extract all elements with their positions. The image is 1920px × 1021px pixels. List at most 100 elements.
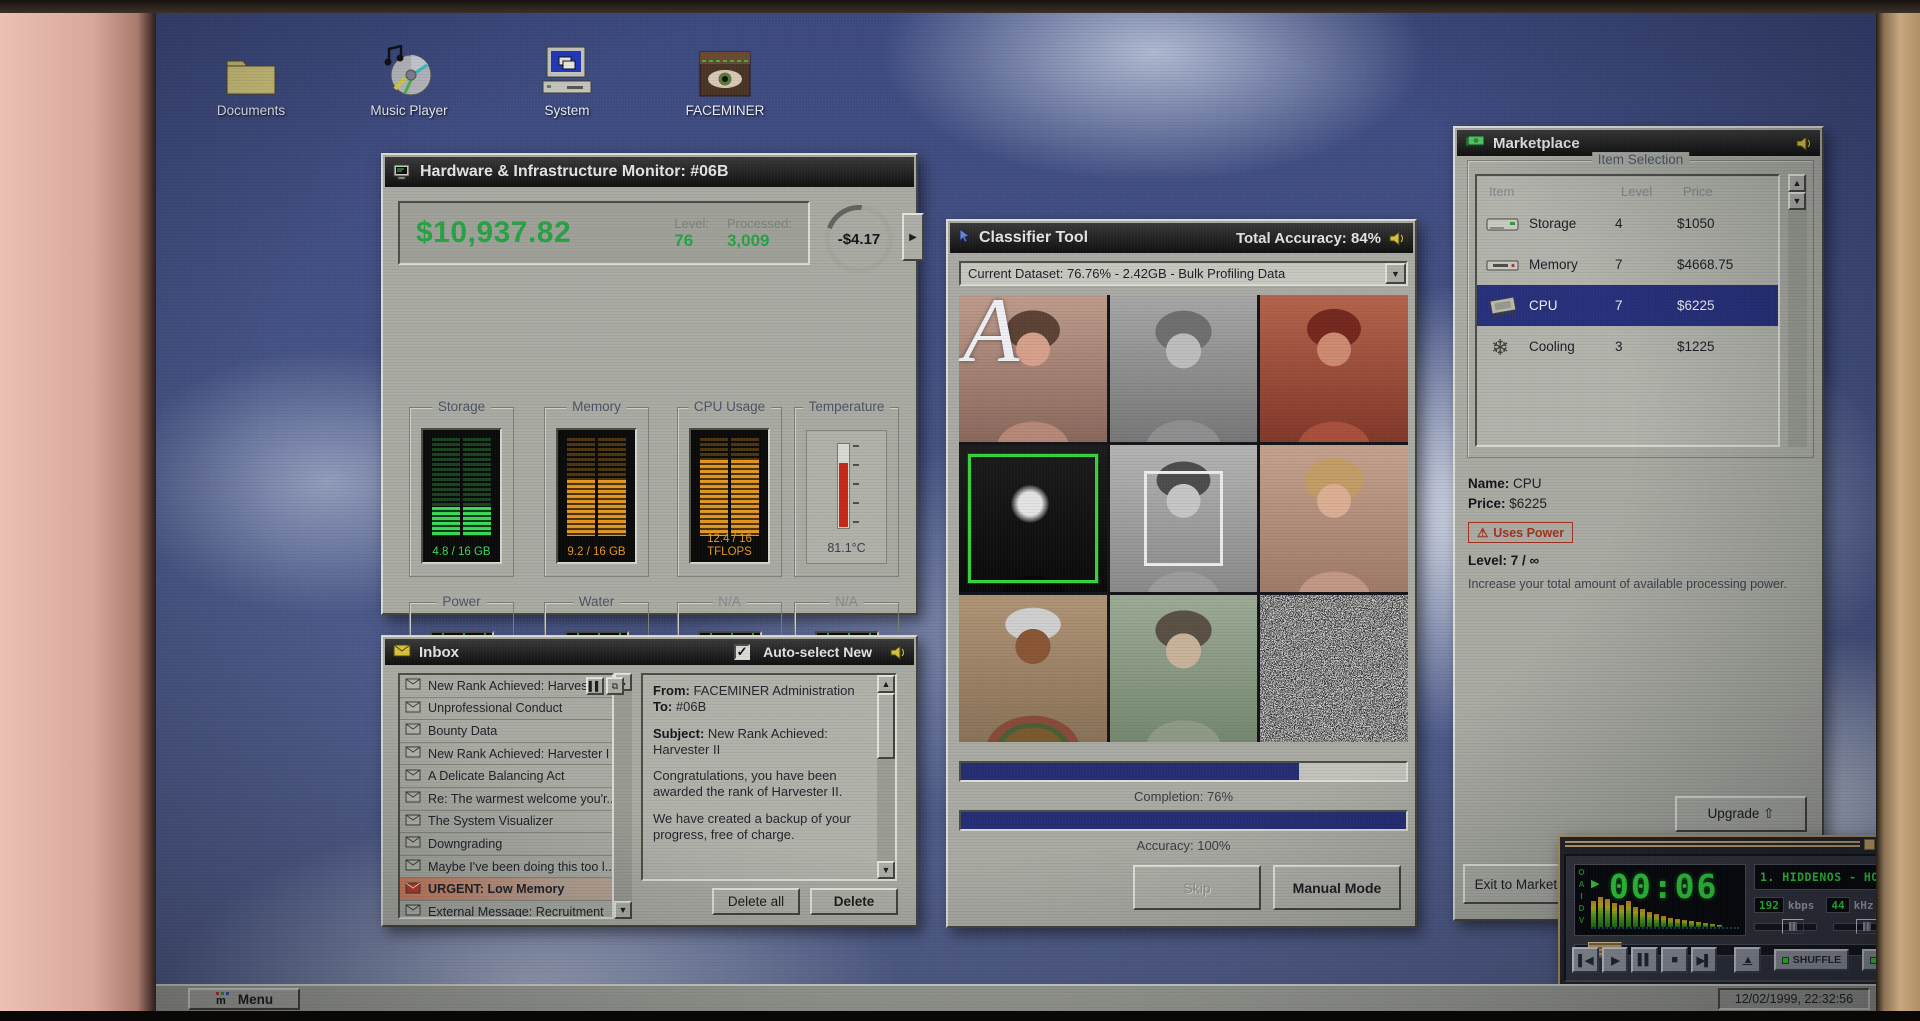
cash-icon [1465,135,1485,152]
mail-icon [405,769,421,784]
message-scroll-thumb[interactable] [877,693,895,759]
upgrade-button[interactable]: Upgrade ⇧ [1675,796,1807,832]
inbox-message-row[interactable]: The System Visualizer [400,811,612,834]
minimize-button[interactable] [1864,839,1875,850]
message-pane: From: FACEMINER Administration To: #06B … [641,673,897,881]
desktop-icon-faceminer[interactable]: FACEMINER [680,41,770,118]
eject-button[interactable]: ▲ [1734,947,1761,973]
pause-button[interactable]: ▌▌ [586,677,604,695]
inbox-message-row[interactable]: Maybe I've been doing this too l... [400,856,612,879]
inbox-message-row[interactable]: Downgrading [400,833,612,856]
face-image[interactable] [959,595,1107,742]
play-indicator-icon: ▶ [1591,878,1600,890]
previous-button[interactable]: ▌◀ [1572,947,1599,973]
mail-icon [405,746,421,761]
item-selection-label: Item Selection [1591,152,1690,167]
detail-description: Increase your total amount of available … [1468,577,1787,591]
monitor-bezel-bottom [0,1011,1920,1021]
dropdown-arrow[interactable]: ▼ [1385,263,1406,284]
player-body: OAIDV ▶ 00:06 1. HIDDENOS - HOPEMINER <4… [1564,854,1876,982]
balance-thumb[interactable] [1855,919,1876,934]
marketplace-scrollbar[interactable]: ▲ ▼ [1788,174,1807,447]
player-title-grip [1565,840,1860,849]
face-image[interactable] [1260,295,1408,442]
inbox-message-row[interactable]: URGENT: Low Memory [400,878,612,901]
inbox-titlebar[interactable]: Inbox ✓ Auto-select New [385,639,914,665]
inbox-message-row[interactable]: Bounty Data [400,720,612,743]
face-grid: A [959,295,1408,742]
popout-button[interactable]: ⧉ [606,677,624,695]
inbox-message-row[interactable]: Unprofessional Conduct [400,698,612,721]
marketplace-row-memory[interactable]: Memory 7 $4668.75 [1477,244,1778,285]
scroll-down-button[interactable]: ▼ [877,861,895,879]
classifier-titlebar[interactable]: Classifier Tool Total Accuracy: 84% [950,223,1413,253]
scroll-down-button[interactable]: ▼ [614,901,632,919]
menu-button[interactable]: m Menu [188,988,300,1010]
inbox-message-row[interactable]: Re: The warmest welcome you'r... [400,788,612,811]
money-panel: $10,937.82 Level: 76 Processed: 3,009 [398,201,810,265]
manual-mode-button[interactable]: Manual Mode [1273,865,1401,910]
scroll-up-button[interactable]: ▲ [877,675,895,693]
volume-thumb[interactable] [1781,919,1804,934]
speaker-icon[interactable] [890,644,906,660]
scroll-down-button[interactable]: ▼ [1788,192,1806,210]
hardware-monitor-titlebar[interactable]: Hardware & Infrastructure Monitor: #06B [385,157,914,187]
marketplace-row-cooling[interactable]: ❄ Cooling 3 $1225 [1477,326,1778,367]
face-image[interactable] [959,445,1107,592]
level-label: Level: [674,215,709,231]
detail-level: 7 / ∞ [1510,553,1540,568]
delete-all-button[interactable]: Delete all [712,888,800,915]
inbox-message-row[interactable]: New Rank Achieved: Harveste... [400,675,612,698]
mail-icon [405,836,421,851]
repeat-button[interactable]: ↻ [1862,949,1876,971]
autoselect-checkbox[interactable]: ✓ [734,644,751,660]
dataset-value: Current Dataset: 76.76% - 2.42GB - Bulk … [968,266,1286,281]
face-image[interactable]: A [959,295,1107,442]
balance-slider[interactable] [1833,919,1876,934]
face-image[interactable] [1109,445,1258,592]
next-button[interactable]: ▶▌ [1690,947,1718,973]
desktop-icon-system[interactable]: System [522,41,612,118]
player-titlebar[interactable]: ✕ [1560,837,1876,852]
monitor-bezel-left [0,0,156,1011]
noise-tile[interactable] [1260,595,1408,742]
face-image[interactable] [1109,595,1258,742]
marketplace-window: Marketplace Item Selection Item Level Pr… [1453,126,1824,921]
balance-value: $10,937.82 [416,216,572,249]
scroll-up-button[interactable]: ▲ [1788,174,1806,192]
folder-icon [224,41,278,97]
inbox-scrollbar[interactable]: ▲ ▼ [614,673,632,919]
inbox-buttons: Delete all Delete [712,888,898,915]
inbox-message-row[interactable]: New Rank Achieved: Harvester I [400,743,612,766]
lcd-display: 4.8 / 16 GB [421,428,502,564]
item-detail: Name: CPU Price: $6225 ⚠ Uses Power Level… [1468,476,1808,592]
skip-button[interactable]: Skip [1133,865,1261,910]
desktop-icon-music-player[interactable]: Music Player [364,41,454,118]
delete-button[interactable]: Delete [810,888,898,915]
stop-button[interactable]: ■ [1660,947,1688,973]
gauge-storage: Storage 4.8 / 16 GB [409,399,514,577]
accuracy-bar [959,810,1408,831]
panel-expand-button[interactable]: ▶ [902,213,924,261]
play-button[interactable]: ▶ [1601,947,1629,973]
shuffle-button[interactable]: SHUFFLE [1773,949,1850,971]
speaker-icon[interactable] [1796,135,1812,151]
message-body-2: We have created a backup of your progres… [653,810,851,842]
desktop-icon-documents[interactable]: Documents [206,41,296,118]
selection-box-white [1143,471,1224,566]
clutterbar[interactable]: OAIDV [1577,867,1586,933]
inbox-message-row[interactable]: External Message: Recruitment [400,901,612,917]
taskbar: m Menu 12/02/1999, 22:32:56 [156,984,1876,1011]
volume-slider[interactable] [1754,919,1817,934]
inbox-message-row[interactable]: A Delicate Balancing Act [400,765,612,788]
dataset-dropdown[interactable]: Current Dataset: 76.76% - 2.42GB - Bulk … [959,261,1408,286]
speaker-icon[interactable] [1389,230,1405,246]
temperature-value: 81.1°C [827,541,866,555]
face-image[interactable] [1109,295,1258,442]
track-title[interactable]: 1. HIDDENOS - HOPEMINER <4:17> [1754,864,1876,890]
snowflake-icon: ❄ [1477,334,1529,360]
face-image[interactable] [1260,445,1408,592]
pause-button[interactable]: ▌▌ [1631,947,1658,973]
marketplace-row-storage[interactable]: Storage 4 $1050 [1477,203,1778,244]
marketplace-row-cpu[interactable]: CPU 7 $6225 [1477,285,1778,326]
